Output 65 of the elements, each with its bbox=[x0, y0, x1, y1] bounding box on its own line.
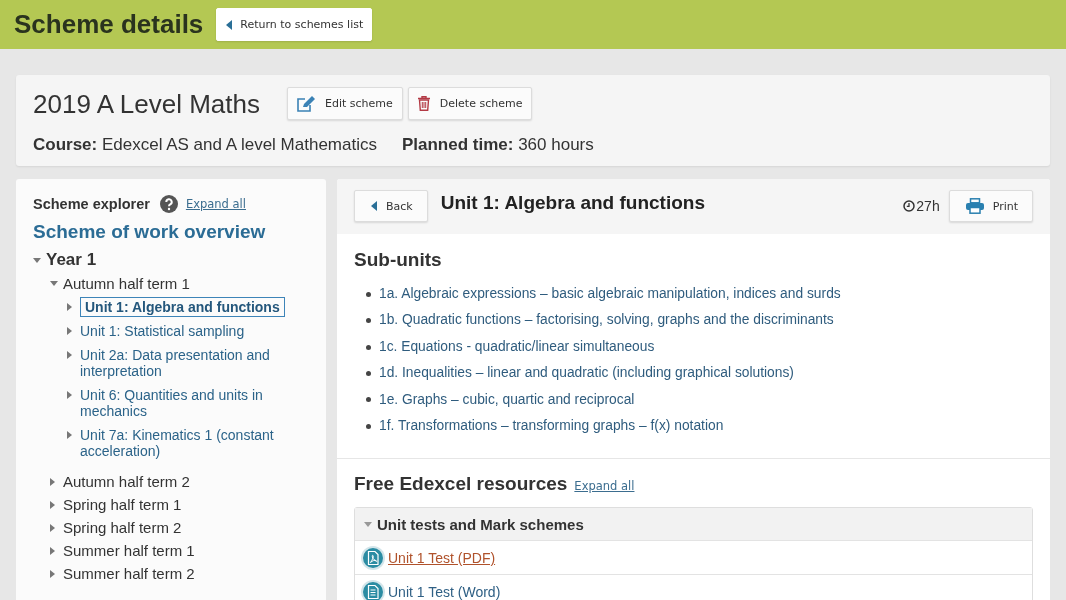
pdf-file-icon bbox=[361, 545, 385, 570]
expand-all-link[interactable]: Expand all bbox=[185, 197, 246, 211]
caret-right-icon[interactable] bbox=[67, 431, 72, 439]
subunit-link[interactable]: 1a. Algebraic expressions – basic algebraic manipulation, indices and surds bbox=[379, 281, 841, 308]
subunit-link[interactable]: 1e. Graphs – cubic, quartic and reciprocal bbox=[379, 386, 635, 414]
tree-item[interactable]: Unit 1: Statistical sampling bbox=[80, 323, 245, 339]
tree-item[interactable]: Autumn half term 2 bbox=[63, 473, 190, 490]
bullet-icon bbox=[366, 397, 371, 403]
caret-left-icon bbox=[371, 201, 377, 211]
tree-item[interactable]: Unit 6: Quantities and units in mechanics bbox=[80, 387, 286, 419]
trash-icon bbox=[417, 96, 430, 111]
caret-down-icon[interactable] bbox=[364, 521, 372, 527]
bullet-icon bbox=[366, 370, 371, 376]
planned-time-text: Planned time: 360 hours bbox=[401, 135, 594, 155]
edit-button[interactable]: Edit scheme bbox=[286, 87, 403, 120]
tree-item[interactable]: Unit 7a: Kinematics 1 (constant acceleration) bbox=[80, 427, 286, 459]
caret-down-icon[interactable] bbox=[50, 281, 58, 286]
tree-item[interactable]: Year 1 bbox=[46, 252, 97, 268]
caret-right-icon[interactable] bbox=[67, 391, 72, 399]
tree-item[interactable]: Unit 2a: Data presentation and interpretation bbox=[80, 347, 286, 379]
course-text: Course: Edexcel AS and A level Mathematics bbox=[33, 135, 377, 155]
subunit-link[interactable]: 1c. Equations - quadratic/linear simultaneous bbox=[379, 333, 655, 361]
unit-title: Unit 1: Algebra and functions bbox=[440, 191, 706, 215]
caret-right-icon[interactable] bbox=[50, 477, 55, 486]
bullet-icon bbox=[366, 318, 371, 324]
caret-right-icon[interactable] bbox=[50, 569, 55, 578]
subunit-link[interactable]: 1d. Inequalities – linear and quadratic (including graphical solutions) bbox=[379, 360, 794, 387]
bullet-icon bbox=[366, 423, 371, 429]
tree-item[interactable]: Summer half term 1 bbox=[63, 542, 195, 559]
delete-button[interactable]: Delete scheme bbox=[407, 87, 533, 120]
caret-right-icon[interactable] bbox=[50, 546, 55, 555]
resources-heading: Free Edexcel resources bbox=[354, 472, 568, 497]
group-header[interactable]: Unit tests and Mark schemes bbox=[355, 508, 1032, 541]
caret-right-icon[interactable] bbox=[67, 303, 72, 311]
help-icon[interactable] bbox=[159, 195, 178, 213]
subunit-link[interactable]: 1f. Transformations – transforming graphs – f(x) notation bbox=[379, 413, 724, 440]
page-title: Scheme details bbox=[14, 9, 204, 40]
overview-link[interactable]: Scheme of work overview bbox=[33, 221, 286, 243]
caret-right-icon[interactable] bbox=[67, 327, 72, 335]
printer-icon bbox=[965, 198, 984, 214]
expand-all-link[interactable]: Expand all bbox=[574, 479, 635, 494]
subunit-link[interactable]: 1b. Quadratic functions – factorising, solving, graphs and the discriminants bbox=[379, 307, 834, 334]
tree-item[interactable]: Summer half term 2 bbox=[63, 565, 195, 582]
caret-right-icon[interactable] bbox=[50, 523, 55, 532]
tree-item[interactable]: Autumn half term 1 bbox=[63, 275, 190, 292]
return-button[interactable]: Return to schemes list bbox=[216, 8, 373, 41]
tree-item[interactable]: Spring half term 2 bbox=[63, 519, 182, 536]
caret-right-icon[interactable] bbox=[50, 500, 55, 509]
back-button[interactable]: Back bbox=[354, 190, 428, 222]
file-link[interactable]: Unit 1 Test (Word) bbox=[388, 584, 501, 599]
file-link[interactable]: Unit 1 Test (PDF) bbox=[388, 550, 496, 565]
scheme-title: 2019 A Level Maths bbox=[33, 87, 260, 120]
bullet-icon bbox=[366, 344, 371, 350]
subunits-heading: Sub-units bbox=[354, 248, 443, 272]
bullet-icon bbox=[366, 291, 371, 297]
explorer-title: Scheme explorer bbox=[33, 196, 150, 212]
edit-icon bbox=[296, 95, 315, 112]
caret-down-icon[interactable] bbox=[33, 257, 41, 263]
caret-left-icon bbox=[226, 19, 233, 30]
tree-item[interactable]: Unit 1: Algebra and functions bbox=[80, 297, 285, 317]
clock-icon bbox=[903, 200, 916, 212]
tree-item[interactable]: Spring half term 1 bbox=[63, 496, 182, 513]
caret-right-icon[interactable] bbox=[67, 351, 72, 359]
print-button[interactable]: Print bbox=[948, 190, 1033, 222]
duration-text: 27h bbox=[916, 198, 940, 214]
